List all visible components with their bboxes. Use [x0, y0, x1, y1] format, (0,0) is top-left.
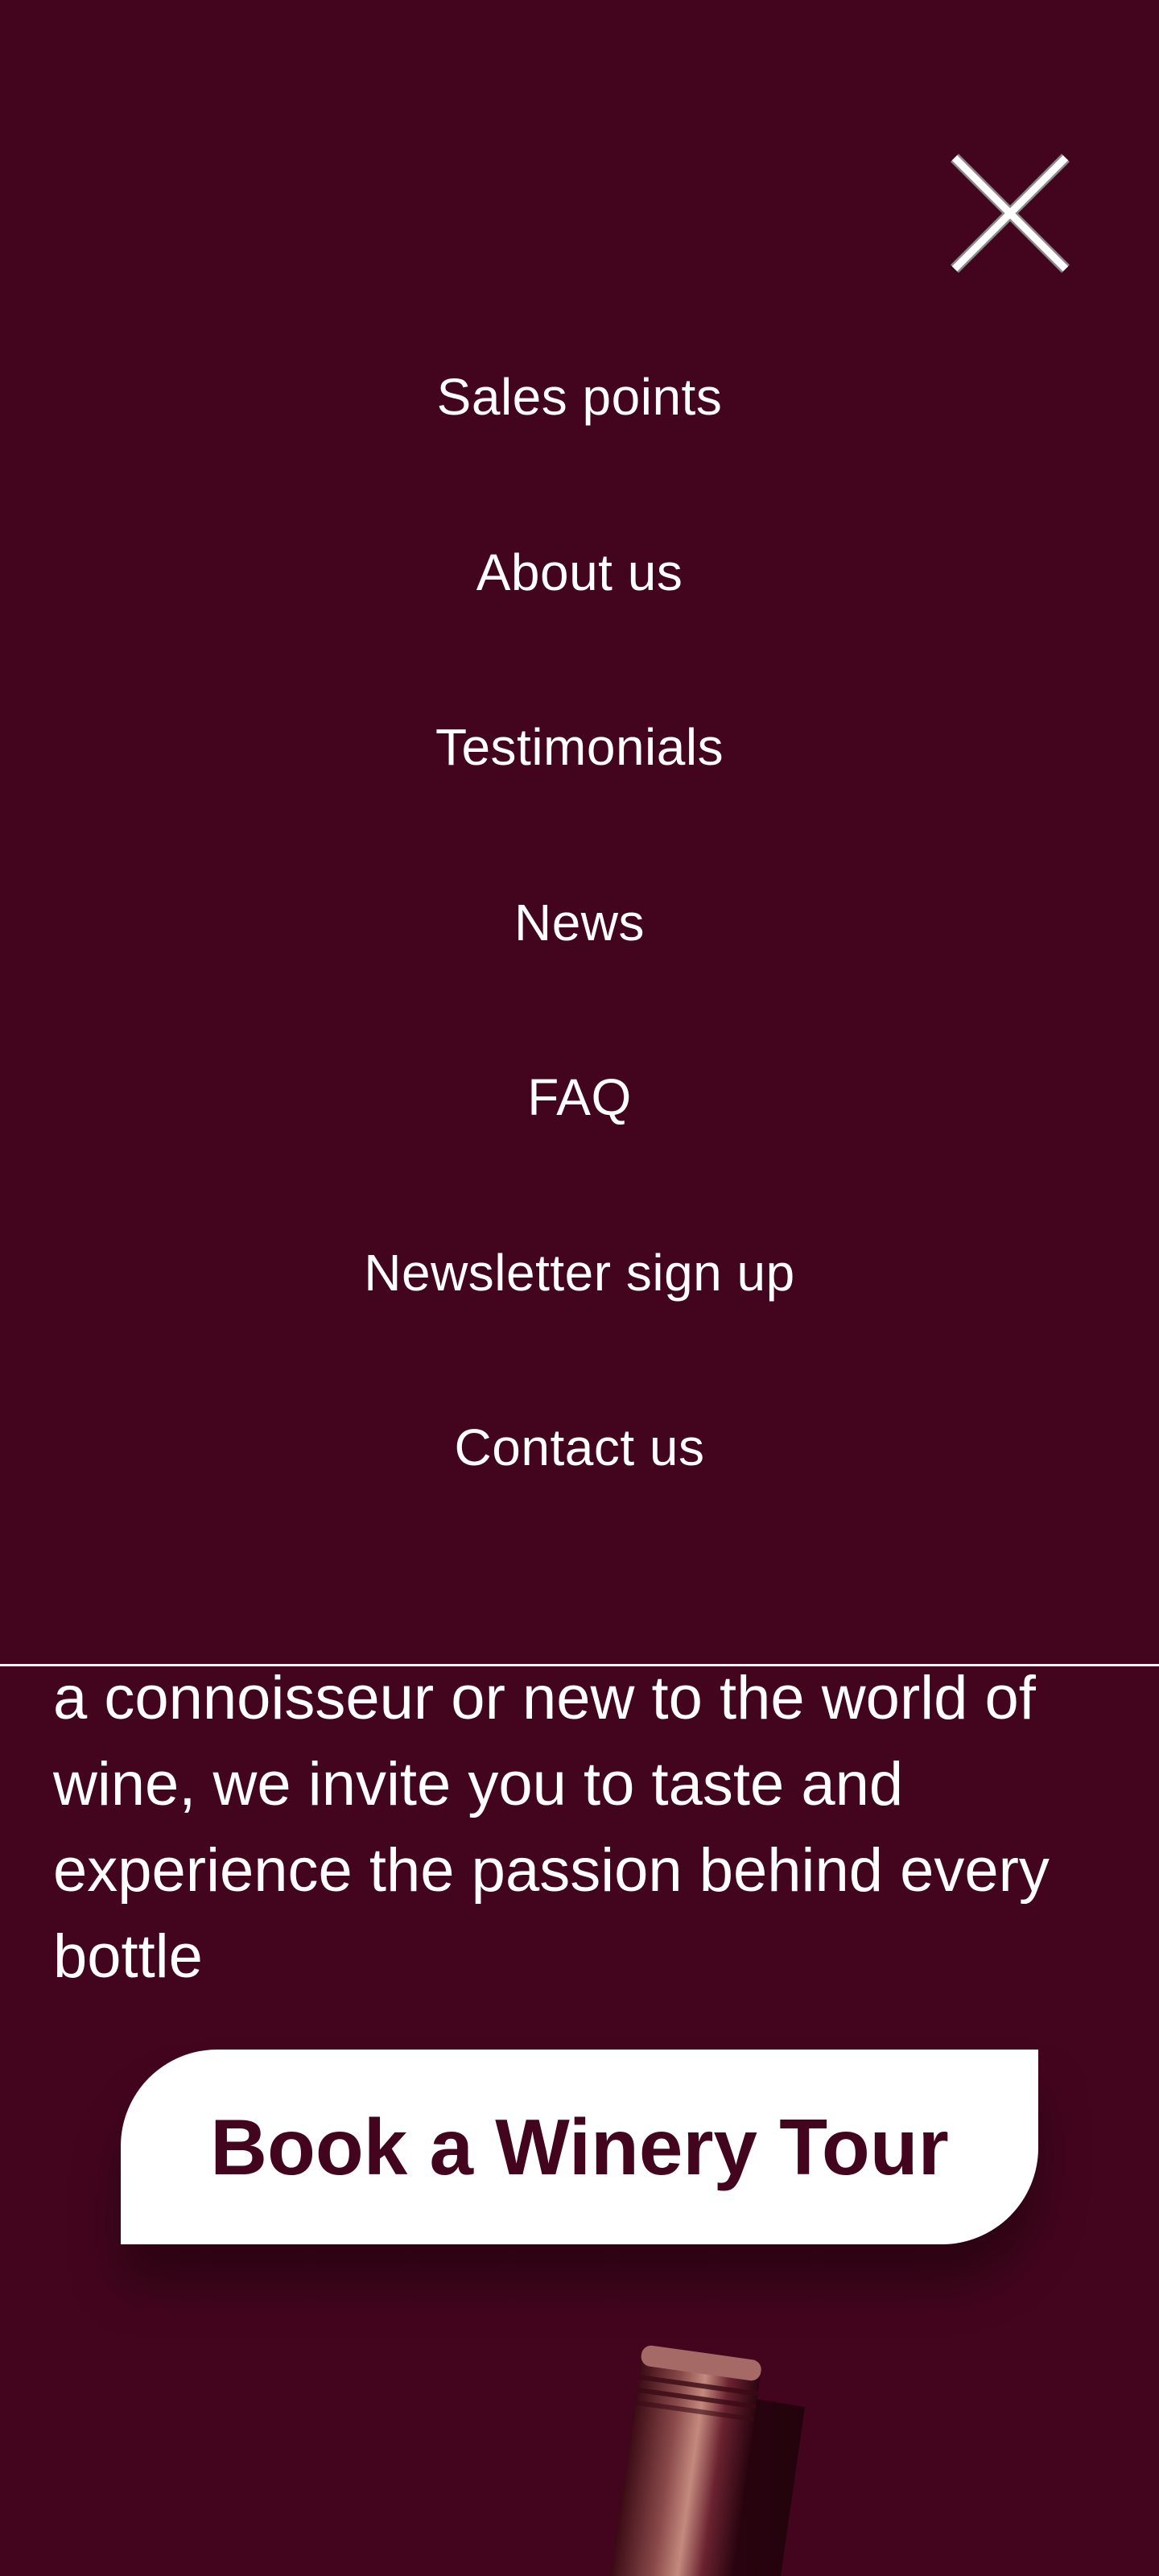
menu-link-faq[interactable]: FAQ [527, 1051, 632, 1123]
wine-bottle-image [547, 2334, 837, 2576]
close-icon [951, 154, 1070, 273]
wine-bottle-graphic [611, 2345, 805, 2576]
close-menu-button[interactable] [950, 153, 1070, 274]
menu-item-news: News [0, 876, 1159, 1051]
intro-line: bottle [53, 1922, 203, 1991]
intro-line: experience the passion behind every [53, 1836, 1050, 1905]
intro-text: a connoisseur or new to the world of wine… [53, 1655, 1116, 2000]
intro-line: a connoisseur or new to the world of [53, 1664, 1036, 1732]
menu-item-testimonials: Testimonials [0, 700, 1159, 876]
menu-list: Sales points About us Testimonials News … [0, 350, 1159, 1576]
menu-item-faq: FAQ [0, 1051, 1159, 1226]
menu-item-newsletter: Newsletter sign up [0, 1226, 1159, 1402]
book-winery-tour-button[interactable]: Book a Winery Tour [121, 2050, 1038, 2244]
intro-line: wine, we invite you to taste and [53, 1750, 904, 1818]
menu-item-about-us: About us [0, 526, 1159, 701]
menu-link-about-us[interactable]: About us [476, 526, 683, 598]
mobile-menu-overlay: Sales points About us Testimonials News … [0, 0, 1159, 1666]
menu-item-sales-points: Sales points [0, 350, 1159, 526]
menu-item-contact-us: Contact us [0, 1401, 1159, 1576]
menu-link-sales-points[interactable]: Sales points [437, 350, 723, 423]
menu-link-newsletter[interactable]: Newsletter sign up [364, 1226, 794, 1298]
menu-link-news[interactable]: News [514, 876, 645, 948]
page: a connoisseur or new to the world of wine… [0, 0, 1159, 2576]
menu-link-contact-us[interactable]: Contact us [455, 1401, 705, 1473]
menu-link-testimonials[interactable]: Testimonials [435, 700, 724, 773]
